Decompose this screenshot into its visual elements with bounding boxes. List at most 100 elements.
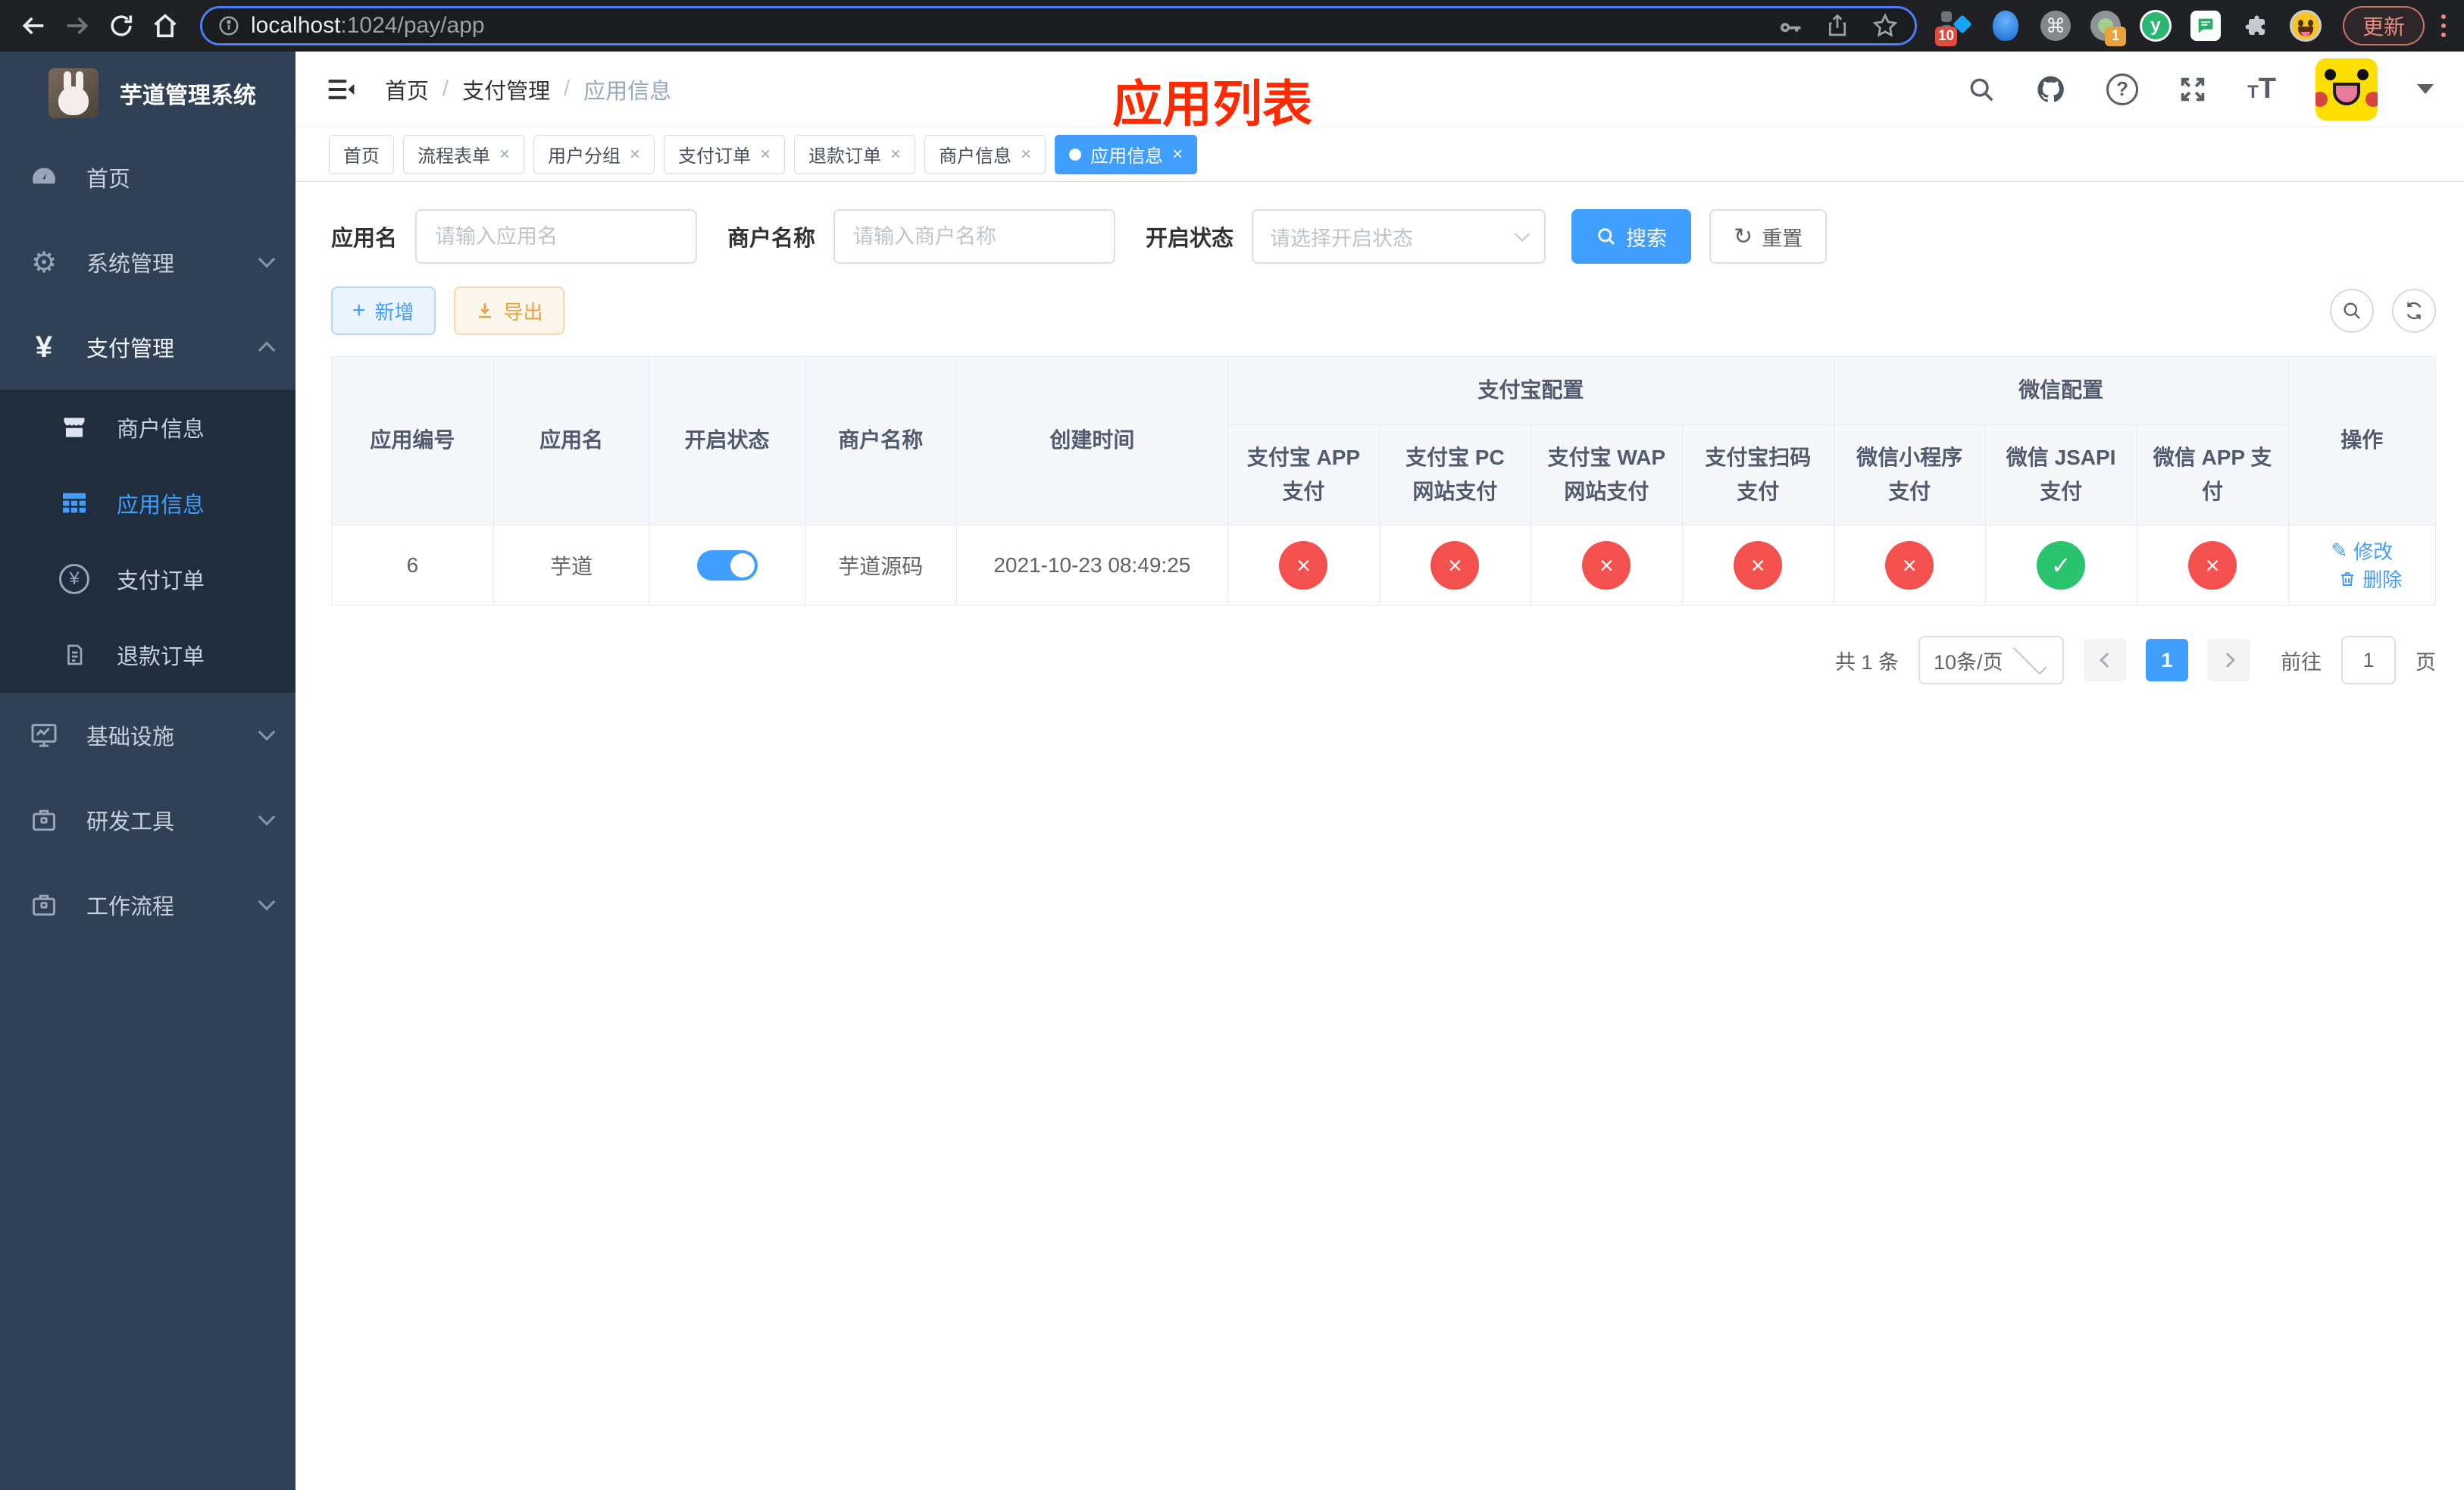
sidebar-item-refund-orders[interactable]: 退款订单	[0, 617, 295, 693]
url-bar[interactable]: localhost:1024/pay/app	[200, 6, 1917, 45]
yen-icon: ¥	[35, 330, 53, 364]
browser-menu-button[interactable]	[2441, 14, 2446, 37]
sidebar-item-infrastructure[interactable]: 基础设施	[0, 693, 295, 778]
close-icon[interactable]: ×	[1172, 145, 1183, 164]
top-navbar: 首页 / 支付管理 / 应用信息 ? T T	[295, 52, 2464, 127]
tag-process-form[interactable]: 流程表单 ×	[403, 134, 525, 174]
sidebar: 芋道管理系统 首页 ⚙ 系统管理 ¥ 支付管理 商户信息 应用信息 ¥ 支付订单…	[0, 52, 295, 1490]
site-info-icon[interactable]	[217, 14, 240, 37]
app-name-input[interactable]	[415, 209, 698, 264]
goto-page-input[interactable]	[2341, 636, 2396, 684]
toolbox-icon	[27, 806, 61, 834]
sidebar-item-pay-orders[interactable]: ¥ 支付订单	[0, 541, 295, 617]
page-size-select[interactable]: 10条/页	[1918, 636, 2064, 684]
search-icon	[2344, 302, 2360, 319]
browser-forward-button[interactable]	[58, 6, 97, 45]
breadcrumb-payment[interactable]: 支付管理	[462, 74, 550, 105]
sidebar-item-workflow[interactable]: 工作流程	[0, 862, 295, 947]
close-icon[interactable]: ×	[760, 145, 771, 164]
merchant-name-input[interactable]	[833, 209, 1116, 264]
browser-home-button[interactable]	[145, 6, 185, 45]
close-icon[interactable]: ×	[630, 145, 640, 164]
navbar-actions: ? TT	[1967, 58, 2434, 121]
yuque-extension-icon[interactable]: y	[2139, 10, 2172, 42]
chevron-down-icon	[258, 723, 276, 741]
sidebar-item-payment[interactable]: ¥ 支付管理	[0, 305, 295, 390]
tag-pay-orders[interactable]: 支付订单 ×	[664, 134, 786, 174]
sidebar-item-app-info[interactable]: 应用信息	[0, 465, 295, 541]
tag-refund-orders[interactable]: 退款订单 ×	[794, 134, 916, 174]
cell-app-name: 芋道	[492, 524, 650, 606]
export-button[interactable]: 导出	[453, 286, 564, 335]
sidebar-item-system[interactable]: ⚙ 系统管理	[0, 220, 295, 305]
page-number-1[interactable]: 1	[2146, 639, 2188, 681]
refresh-table-button[interactable]	[2392, 289, 2436, 333]
tampermonkey-extension-icon[interactable]: 10	[1934, 10, 1972, 46]
share-icon[interactable]	[1824, 12, 1851, 39]
sidebar-logo[interactable]: 芋道管理系统	[0, 52, 295, 135]
col-header-wx-mini: 微信小程序支付	[1833, 424, 1986, 525]
github-icon[interactable]	[2035, 74, 2067, 105]
notes-extension-icon[interactable]: 1	[2090, 10, 2126, 46]
tag-user-group[interactable]: 用户分组 ×	[533, 134, 655, 174]
breadcrumb-home[interactable]: 首页	[385, 74, 429, 105]
balloon-extension-icon[interactable]	[1990, 10, 2022, 42]
close-icon[interactable]: ×	[1021, 145, 1031, 164]
font-size-icon[interactable]: TT	[2247, 73, 2276, 105]
user-menu-caret-icon[interactable]	[2417, 84, 2434, 94]
extensions-puzzle-icon[interactable]	[2240, 10, 2272, 42]
search-icon[interactable]	[1967, 75, 1996, 104]
browser-reload-button[interactable]	[102, 6, 141, 45]
status-toggle[interactable]	[696, 549, 758, 581]
delete-link[interactable]: 删除	[2338, 565, 2402, 593]
close-icon[interactable]: ×	[890, 145, 901, 164]
col-header-status: 开启状态	[649, 356, 805, 525]
help-icon[interactable]: ?	[2106, 73, 2139, 105]
breadcrumb: 首页 / 支付管理 / 应用信息	[385, 74, 671, 105]
reset-button[interactable]: ↻ 重置	[1709, 209, 1828, 264]
prev-page-button[interactable]	[2084, 639, 2126, 681]
toggle-search-button[interactable]	[2330, 289, 2374, 333]
user-avatar[interactable]	[2315, 58, 2378, 121]
col-header-alipay-qr: 支付宝扫码支付	[1681, 424, 1834, 525]
chrome-update-button[interactable]: 更新	[2342, 6, 2425, 45]
col-header-wx-jsapi: 微信 JSAPI 支付	[1984, 424, 2137, 525]
status-select-placeholder: 请选择开启状态	[1270, 227, 1414, 250]
url-text: localhost:1024/pay/app	[251, 13, 485, 39]
screen: localhost:1024/pay/app 10 ⌘ 1 y 更新 芋道管理系…	[0, 0, 2464, 1490]
document-icon	[58, 641, 91, 668]
sidebar-collapse-button[interactable]	[321, 70, 361, 109]
sidebar-item-dev-tools[interactable]: 研发工具	[0, 778, 295, 862]
browser-back-button[interactable]	[14, 6, 53, 45]
tag-merchant-info[interactable]: 商户信息 ×	[924, 134, 1046, 174]
toolbox-icon	[27, 891, 61, 919]
bookmark-star-icon[interactable]	[1871, 11, 1900, 40]
sidebar-item-label: 应用信息	[117, 493, 205, 518]
sidebar-item-merchant-info[interactable]: 商户信息	[0, 390, 295, 465]
total-count: 共 1 条	[1834, 650, 1899, 674]
hamburger-fold-icon	[328, 79, 355, 99]
chevron-right-icon	[2219, 653, 2235, 668]
download-icon	[478, 303, 491, 318]
sidebar-item-label: 支付订单	[117, 569, 205, 593]
edit-link[interactable]: ✎ 修改	[2331, 537, 2393, 565]
status-select[interactable]: 请选择开启状态	[1252, 209, 1546, 264]
sidebar-item-home[interactable]: 首页	[0, 135, 295, 220]
app-title: 芋道管理系统	[120, 83, 256, 108]
col-header-ops: 操作	[2287, 356, 2437, 525]
password-key-icon[interactable]	[1777, 12, 1804, 39]
app-table: 应用编号 应用名 开启状态 商户名称 创建时间 支付宝配置 微信配置 操作 支付…	[331, 356, 2437, 606]
fullscreen-icon[interactable]	[2178, 74, 2208, 105]
goto-label: 前往	[2281, 650, 2322, 674]
tag-app-info-active[interactable]: 应用信息 ×	[1055, 134, 1198, 174]
add-button[interactable]: + 新增	[331, 286, 436, 335]
command-extension-icon[interactable]: ⌘	[2040, 10, 2072, 42]
search-button[interactable]: 搜索	[1571, 209, 1692, 264]
chevron-down-icon	[258, 893, 276, 911]
tag-home[interactable]: 首页	[329, 134, 394, 174]
next-page-button[interactable]	[2208, 639, 2250, 681]
chat-extension-icon[interactable]	[2190, 10, 2222, 42]
profile-emoji-icon[interactable]	[2289, 10, 2322, 42]
close-icon[interactable]: ×	[499, 145, 510, 164]
page-content: 应用名 商户名称 开启状态 请选择开启状态 搜索 ↻ 重置	[295, 182, 2464, 1490]
